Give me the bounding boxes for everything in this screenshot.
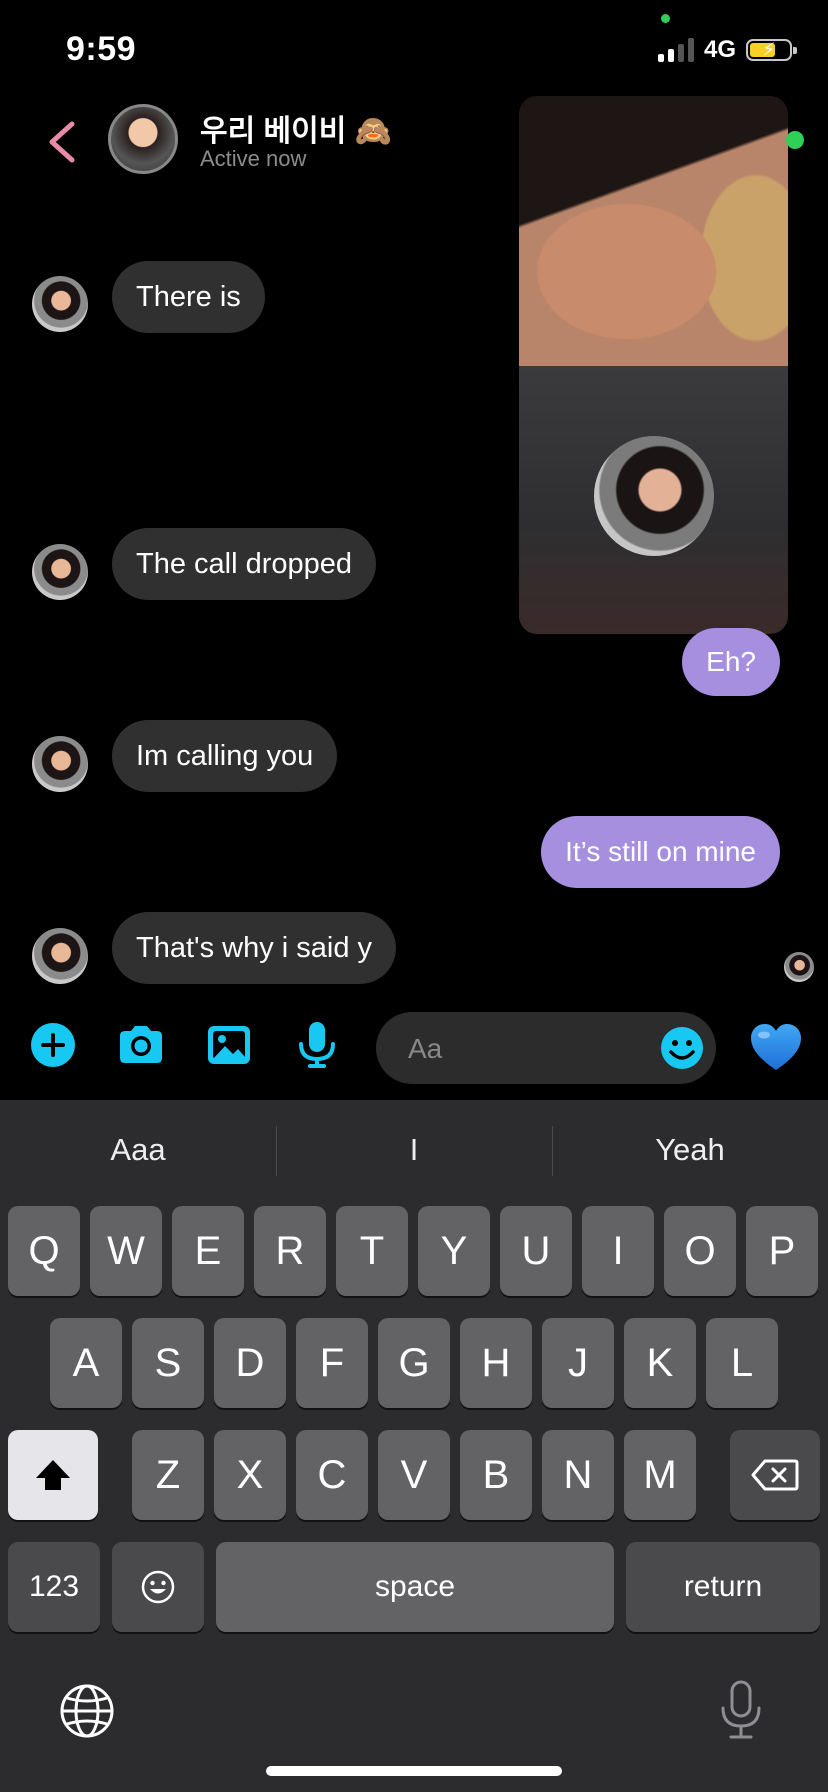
key-o[interactable]: O [664,1206,736,1296]
emoji-keyboard-icon [141,1570,175,1604]
message-bubble-incoming[interactable]: Im calling you [112,720,338,792]
key-q[interactable]: Q [8,1206,80,1296]
key-r[interactable]: R [254,1206,326,1296]
key-z[interactable]: Z [132,1430,204,1520]
globe-icon[interactable] [58,1682,116,1740]
key-d[interactable]: D [214,1318,286,1408]
seen-receipt-avatar [784,952,814,982]
key-u[interactable]: U [500,1206,572,1296]
key-f[interactable]: F [296,1318,368,1408]
network-type: 4G [703,36,736,63]
back-arrow-icon[interactable] [44,118,80,166]
image-icon[interactable] [202,1018,256,1072]
blue-heart-icon[interactable] [748,1020,804,1076]
predictive-suggestions: Aaa I Yeah [0,1100,828,1200]
key-s[interactable]: S [132,1318,204,1408]
sender-avatar[interactable] [32,544,88,600]
status-time: 9:59 [66,30,137,68]
sender-avatar[interactable] [32,276,88,332]
backspace-key[interactable] [730,1430,820,1520]
contact-avatar[interactable] [108,104,178,174]
key-p[interactable]: P [746,1206,818,1296]
message-bubble-outgoing[interactable]: Eh? [682,628,780,696]
self-video-placeholder [519,366,788,634]
on-screen-keyboard: Aaa I Yeah Q W E R T Y U I O P A S D F G… [0,1100,828,1792]
camera-in-use-indicator [661,14,670,23]
key-v[interactable]: V [378,1430,450,1520]
microphone-icon[interactable] [290,1018,344,1072]
cellular-signal-icon [657,38,694,62]
message-bubble-incoming[interactable]: The call dropped [112,528,377,600]
message-input[interactable] [406,1012,640,1086]
return-key[interactable]: return [626,1542,820,1632]
emoji-icon[interactable] [660,1026,704,1070]
key-t[interactable]: T [336,1206,408,1296]
message-bubble-incoming[interactable]: That's why i said y [112,912,397,984]
status-indicators: 4G ⚡ [657,36,797,64]
message-bubble-incoming[interactable]: There is [112,261,265,333]
key-m[interactable]: M [624,1430,696,1520]
suggestion-item[interactable]: I [276,1100,552,1200]
key-c[interactable]: C [296,1430,368,1520]
key-w[interactable]: W [90,1206,162,1296]
battery-icon: ⚡ [746,39,797,61]
sender-avatar[interactable] [32,736,88,792]
suggestion-item[interactable]: Aaa [0,1100,276,1200]
space-key[interactable]: space [216,1542,614,1632]
key-a[interactable]: A [50,1318,122,1408]
video-call-pip[interactable] [519,96,788,634]
online-indicator [786,131,804,149]
contact-name[interactable]: 우리 베이비 🙈 [200,106,392,150]
key-g[interactable]: G [378,1318,450,1408]
key-h[interactable]: H [460,1318,532,1408]
message-composer[interactable] [376,1012,716,1086]
key-x[interactable]: X [214,1430,286,1520]
dictation-icon[interactable] [714,1678,768,1742]
remote-video-feed [519,96,788,366]
plus-icon[interactable] [26,1018,80,1072]
key-i[interactable]: I [582,1206,654,1296]
self-avatar [594,436,714,556]
key-b[interactable]: B [460,1430,532,1520]
sender-avatar[interactable] [32,928,88,984]
key-y[interactable]: Y [418,1206,490,1296]
key-l[interactable]: L [706,1318,778,1408]
home-indicator[interactable] [266,1766,562,1776]
backspace-icon [751,1459,799,1491]
shift-icon [36,1460,70,1490]
shift-key[interactable] [8,1430,98,1520]
key-j[interactable]: J [542,1318,614,1408]
numbers-key[interactable]: 123 [8,1542,100,1632]
key-k[interactable]: K [624,1318,696,1408]
emoji-keyboard-key[interactable] [112,1542,204,1632]
key-e[interactable]: E [172,1206,244,1296]
camera-icon[interactable] [114,1018,168,1072]
suggestion-item[interactable]: Yeah [552,1100,828,1200]
active-status: Active now [200,146,307,171]
message-bubble-outgoing[interactable]: It’s still on mine [541,816,780,888]
key-n[interactable]: N [542,1430,614,1520]
